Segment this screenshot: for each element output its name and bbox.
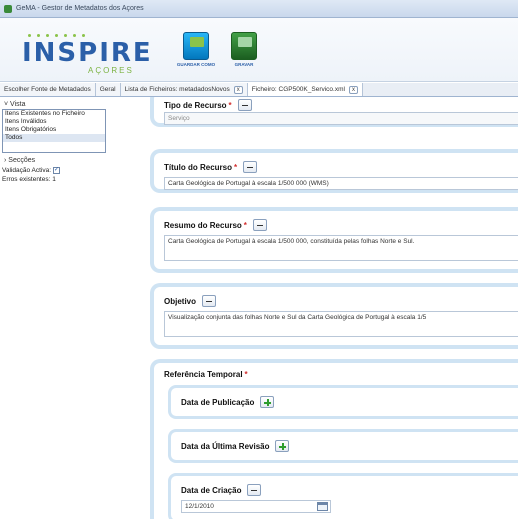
tab-escolher-fonte[interactable]: Escolher Fonte de Metadados (0, 83, 96, 96)
subsection-header: Data de Publicação (181, 396, 275, 408)
required-marker: * (244, 370, 248, 379)
subsection-data-publicacao: Data de Publicação (168, 385, 518, 419)
chevron-down-icon: ˅ (4, 101, 9, 108)
erros-count: Erros existentes: 1 (2, 176, 56, 183)
collapse-button[interactable] (237, 99, 252, 111)
toolbar-banner: INSPIRE AÇORES GUARDAR COMO GRAVAR (0, 18, 518, 82)
section-header: Tipo de Recurso * (164, 99, 252, 111)
vista-label: Vista (10, 101, 26, 108)
save-button[interactable]: GRAVAR (224, 32, 264, 78)
logo-main-text: INSPIRE (22, 38, 153, 68)
subsection-data-criacao: Data de Criação 12/1/2010 (168, 473, 518, 519)
seccoes-header[interactable]: › Secções (4, 157, 35, 164)
section-header: Objetivo (164, 295, 217, 307)
save-as-icon (183, 32, 209, 60)
vista-item-existentes[interactable]: Itens Existentes no Ficheiro (3, 110, 105, 118)
required-marker: * (234, 162, 238, 172)
subsection-data-revisao: Data da Última Revisão (168, 429, 518, 463)
validacao-row: Validação Activa: ✓ (2, 167, 61, 174)
section-title: Objetivo (164, 296, 197, 306)
data-criacao-field[interactable]: 12/1/2010 (181, 500, 331, 513)
section-resumo-recurso: Resumo do Recurso * Carta Geológica de P… (150, 207, 518, 273)
inspire-logo: INSPIRE AÇORES (18, 26, 168, 76)
tab-label: Ficheiro: CGP500K_Servico.xml (251, 86, 345, 93)
required-marker: * (228, 100, 232, 110)
save-as-label: GUARDAR COMO (176, 62, 216, 67)
tab-label: Escolher Fonte de Metadados (4, 86, 91, 93)
required-marker: * (243, 220, 247, 230)
add-button[interactable] (260, 396, 275, 408)
collapse-button[interactable] (243, 161, 258, 173)
titulo-recurso-field[interactable]: Carta Geológica de Portugal à escala 1/5… (164, 177, 518, 190)
calendar-icon[interactable] (317, 502, 328, 511)
vista-item-invalidos[interactable]: Itens Inválidos (3, 118, 105, 126)
main-form: Tipo de Recurso * Serviço Título do Recu… (140, 97, 518, 519)
add-button[interactable] (275, 440, 290, 452)
section-referencia-temporal: Referência Temporal * Data de Publicação… (150, 359, 518, 519)
vista-header[interactable]: ˅ Vista (4, 101, 25, 108)
subsection-header: Data de Criação (181, 484, 262, 496)
resumo-recurso-field[interactable]: Carta Geológica de Portugal à escala 1/5… (164, 235, 518, 261)
save-as-button[interactable]: GUARDAR COMO (176, 32, 216, 78)
vista-list: Itens Existentes no Ficheiro Itens Invál… (2, 109, 106, 153)
vista-item-obrigatorios[interactable]: Itens Obrigatórios (3, 126, 105, 134)
objetivo-field[interactable]: Visualização conjunta das folhas Norte e… (164, 311, 518, 337)
seccoes-label: Secções (8, 157, 36, 164)
tipo-recurso-field[interactable]: Serviço (164, 112, 518, 125)
sidebar: ˅ Vista Itens Existentes no Ficheiro Ite… (0, 97, 140, 519)
collapse-button[interactable] (202, 295, 217, 307)
subsection-title: Data de Publicação (181, 397, 255, 407)
section-header: Título do Recurso * (164, 161, 258, 173)
tab-label: Lista de Ficheiros: metadadosNovos (124, 86, 230, 93)
section-title: Resumo do Recurso (164, 220, 242, 230)
save-label: GRAVAR (234, 62, 254, 67)
collapse-button[interactable] (247, 484, 262, 496)
window-title: GeMA - Gestor de Metadatos dos Açores (16, 5, 144, 12)
tab-bar: Escolher Fonte de Metadados Geral Lista … (0, 83, 518, 97)
section-tipo-recurso: Tipo de Recurso * Serviço (150, 97, 518, 127)
section-titulo-recurso: Título do Recurso * Carta Geológica de P… (150, 149, 518, 193)
subsection-title: Data da Última Revisão (181, 441, 270, 451)
section-objetivo: Objetivo Visualização conjunta das folha… (150, 283, 518, 349)
tab-lista-ficheiros[interactable]: Lista de Ficheiros: metadadosNovos x (120, 83, 248, 96)
close-icon[interactable]: x (348, 85, 358, 94)
logo-sub-text: AÇORES (88, 66, 134, 75)
subsection-title: Data de Criação (181, 485, 242, 495)
save-icon (231, 32, 257, 60)
section-title: Tipo de Recurso (164, 100, 227, 110)
section-header: Resumo do Recurso * (164, 219, 267, 231)
collapse-button[interactable] (252, 219, 267, 231)
data-criacao-value: 12/1/2010 (185, 503, 214, 510)
subsection-header: Data da Última Revisão (181, 440, 290, 452)
window-titlebar: GeMA - Gestor de Metadatos dos Açores (0, 0, 518, 18)
validacao-checkbox[interactable]: ✓ (53, 167, 61, 174)
section-title: Título do Recurso (164, 162, 232, 172)
app-icon (4, 4, 12, 13)
section-title: Referência Temporal (164, 370, 243, 379)
chevron-right-icon: › (4, 157, 7, 164)
tab-label: Geral (99, 86, 116, 93)
vista-item-todos[interactable]: Todos (3, 134, 105, 142)
close-icon[interactable]: x (233, 85, 243, 94)
tab-ficheiro[interactable]: Ficheiro: CGP500K_Servico.xml x (247, 83, 363, 96)
validacao-label: Validação Activa: (2, 167, 52, 174)
tab-geral[interactable]: Geral (95, 83, 121, 96)
section-header: Referência Temporal * (164, 370, 248, 379)
